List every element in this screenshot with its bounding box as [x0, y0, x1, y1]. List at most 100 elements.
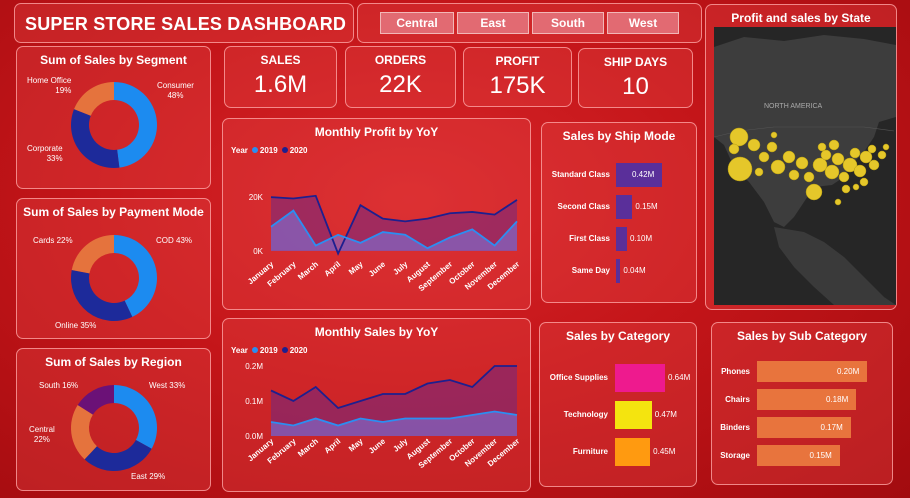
- bar-value-label: 0.47M: [654, 410, 677, 419]
- chart-title: Sales by Sub Category: [736, 329, 868, 343]
- sub-category-card: Sales by Sub Category Phones 0.20M Chairs 0…: [711, 322, 893, 485]
- bar[interactable]: [615, 438, 651, 466]
- donut-slice[interactable]: [74, 82, 114, 116]
- slicer-west[interactable]: West: [607, 12, 679, 34]
- kpi-profit-card: PROFIT 175K: [463, 47, 572, 107]
- x-tick-label: April: [323, 260, 343, 279]
- kpi-sales-card: SALES 1.6M: [224, 46, 337, 108]
- slice-label-home-office: Home Office 19%: [27, 76, 72, 95]
- bar-category-label: Standard Class: [551, 170, 610, 179]
- x-tick-label: June: [367, 259, 388, 278]
- map-region-label: NORTH AMERICA: [764, 103, 823, 110]
- bar[interactable]: [615, 401, 652, 429]
- donut-slice[interactable]: [71, 235, 114, 274]
- segment-donut[interactable]: [17, 47, 212, 190]
- bar-category-label: Furniture: [572, 447, 608, 456]
- slice-label-west: West 33%: [149, 381, 186, 390]
- x-tick-label: March: [296, 437, 320, 459]
- slicer-south[interactable]: South: [532, 12, 604, 34]
- slice-label-east: East 29%: [131, 472, 166, 481]
- slice-label-online: Online 35%: [55, 321, 97, 330]
- central-america-landmass: [774, 227, 896, 305]
- kpi-label: SHIP DAYS: [603, 55, 668, 69]
- donut-slice[interactable]: [114, 385, 157, 449]
- donut-slice[interactable]: [71, 269, 133, 321]
- x-tick-label: March: [296, 260, 320, 282]
- map-canvas: NORTH AMERICA: [714, 35, 896, 305]
- bar-value-label: 0.64M: [668, 373, 691, 382]
- bar-category-label: Binders: [720, 422, 750, 432]
- slicer-central[interactable]: Central: [380, 12, 454, 34]
- bar-value-label: 0.42M: [632, 170, 655, 179]
- kpi-label: SALES: [260, 53, 301, 67]
- bar[interactable]: [615, 364, 665, 392]
- y-tick-label: 0K: [253, 247, 263, 256]
- x-tick-label: May: [347, 259, 365, 276]
- kpi-label: PROFIT: [495, 54, 540, 68]
- y-tick-label: 0.0M: [245, 432, 263, 441]
- donut-slice[interactable]: [71, 109, 120, 168]
- kpi-ship-days-card: SHIP DAYS 10: [578, 48, 693, 108]
- bar-category-label: First Class: [569, 234, 610, 243]
- ship-mode-card: Sales by Ship Mode Standard Class 0.42M Se…: [541, 122, 697, 303]
- chart-title: Sales by Category: [565, 329, 671, 343]
- bar-value-label: 0.20M: [837, 366, 860, 376]
- slice-label-corporate: Corporate 33%: [27, 144, 63, 163]
- donut-slice[interactable]: [114, 82, 158, 168]
- bar-category-label: Same Day: [571, 266, 610, 275]
- bar-category-label: Second Class: [557, 202, 610, 211]
- region-donut[interactable]: [17, 349, 212, 492]
- slice-label-consumer: Consumer 48%: [157, 81, 194, 100]
- map-title: Profit and sales by State: [731, 11, 871, 25]
- bar-category-label: Technology: [563, 410, 608, 419]
- bar-value-label: 0.18M: [826, 394, 849, 404]
- bar-value-label: 0.15M: [809, 450, 832, 460]
- monthly-profit-chart[interactable]: 0K20KJanuaryFebruaryMarch April May June Jul…: [223, 119, 532, 311]
- slice-label-cards: Cards 22%: [33, 236, 73, 245]
- y-tick-label: 20K: [249, 193, 264, 202]
- kpi-label: ORDERS: [374, 53, 427, 67]
- x-tick-label: July: [391, 436, 409, 454]
- x-tick-label: July: [391, 259, 409, 277]
- slice-label-cod: COD 43%: [156, 236, 193, 245]
- kpi-value: 10: [622, 73, 649, 100]
- slicer-east[interactable]: East: [457, 12, 529, 34]
- bar-value-label: 0.17M: [820, 422, 843, 432]
- region-donut-card: Sum of Sales by Region West 33% East 29%…: [16, 348, 211, 491]
- kpi-value: 1.6M: [253, 71, 308, 98]
- bar-value-label: 0.10M: [629, 234, 653, 243]
- region-slicer: Central East South West: [357, 3, 702, 43]
- monthly-sales-card: Monthly Sales by YoY Year 2019 2020 0.0M 0.…: [222, 318, 531, 492]
- slice-label-south: South 16%: [39, 381, 79, 390]
- bar-value-label: 0.45M: [653, 447, 676, 456]
- dashboard-title: SUPER STORE SALES DASHBOARD: [25, 14, 347, 34]
- kpi-value: 22K: [379, 71, 422, 98]
- bar-category-label: Storage: [720, 450, 750, 460]
- chart-title: Sales by Ship Mode: [562, 129, 676, 143]
- x-tick-label: May: [347, 436, 365, 453]
- bar[interactable]: [616, 259, 621, 283]
- bar-value-label: 0.15M: [635, 202, 658, 211]
- segment-donut-card: Sum of Sales by Segment Consumer 48% Corp…: [16, 46, 211, 189]
- bar-category-label: Office Supplies: [549, 373, 608, 382]
- y-tick-label: 0.2M: [245, 362, 263, 371]
- bar-category-label: Phones: [721, 366, 750, 376]
- x-tick-label: April: [323, 437, 343, 456]
- kpi-orders-card: ORDERS 22K: [345, 46, 456, 108]
- payment-donut[interactable]: [17, 199, 212, 340]
- x-tick-label: June: [367, 436, 388, 455]
- y-tick-label: 0.1M: [245, 397, 263, 406]
- monthly-sales-chart[interactable]: 0.0M0.1M0.2MJanuaryFebruaryMarch April May…: [223, 319, 532, 493]
- state-map[interactable]: NORTH AMERICA: [714, 27, 896, 305]
- bar-value-label: 0.04M: [623, 266, 646, 275]
- monthly-profit-card: Monthly Profit by YoY Year 2019 2020 0K 20K…: [222, 118, 531, 310]
- category-card: Sales by Category Office Supplies 0.64M Te…: [539, 322, 697, 487]
- bar-category-label: Chairs: [725, 394, 750, 404]
- bar[interactable]: [616, 227, 627, 251]
- payment-donut-card: Sum of Sales by Payment Mode COD 43% Onl…: [16, 198, 211, 339]
- bar[interactable]: [616, 195, 633, 219]
- title-card: SUPER STORE SALES DASHBOARD: [14, 3, 354, 43]
- kpi-value: 175K: [489, 72, 546, 99]
- state-map-card: Profit and sales by State NORTH AMERICA: [705, 4, 897, 310]
- slice-label-central: Central 22%: [29, 425, 55, 444]
